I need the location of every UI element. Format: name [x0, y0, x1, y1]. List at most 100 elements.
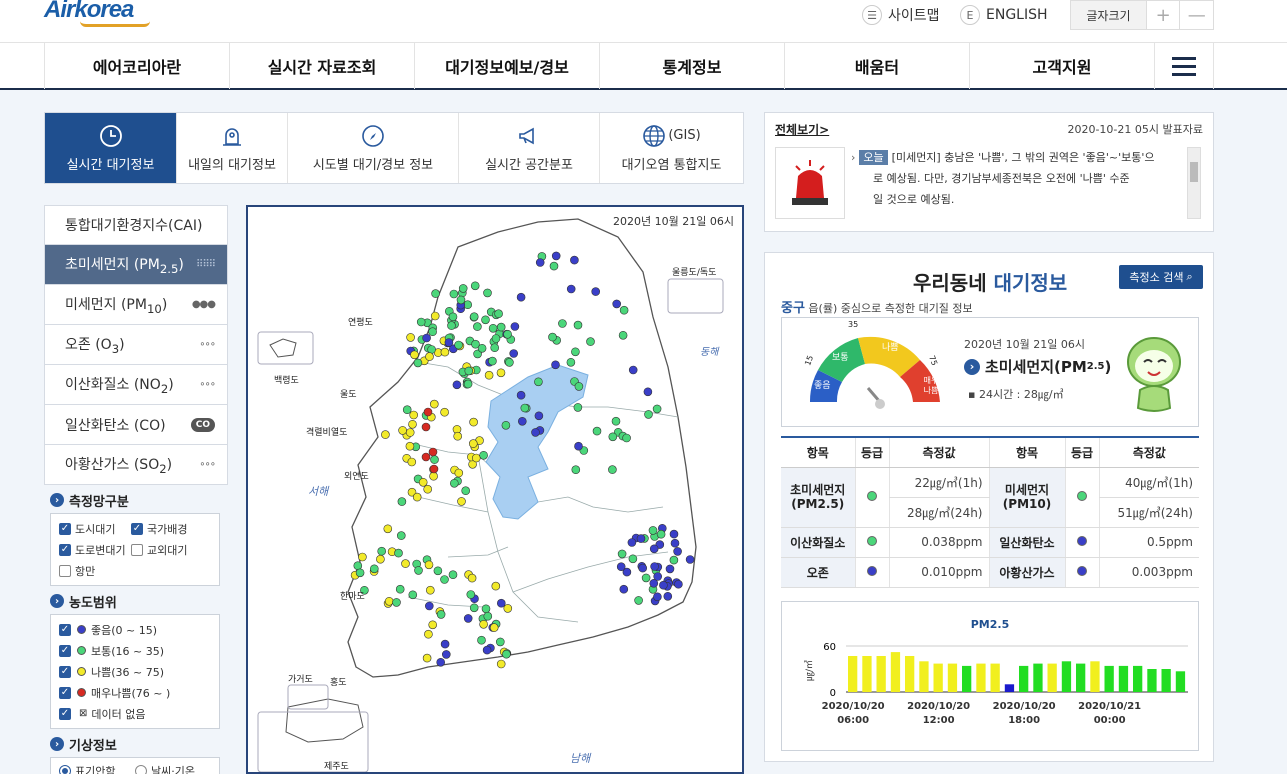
station-dot[interactable]: [428, 620, 437, 630]
station-dot[interactable]: [669, 555, 679, 565]
station-dot[interactable]: [456, 295, 466, 305]
sidebar-item-co[interactable]: 일산화탄소 (CO) CO: [44, 405, 228, 445]
station-dot[interactable]: [516, 292, 526, 302]
sidebar-item-cai[interactable]: 통합대기환경지수(CAI): [44, 205, 228, 245]
station-dot[interactable]: [394, 548, 403, 558]
station-dot[interactable]: [669, 529, 679, 539]
station-dot[interactable]: [477, 635, 486, 645]
station-dot[interactable]: [448, 570, 458, 580]
station-dot[interactable]: [405, 441, 415, 451]
tab-regional[interactable]: 시도별 대기/경보 정보: [287, 113, 458, 183]
station-dot[interactable]: [551, 360, 560, 370]
station-dot[interactable]: [466, 590, 476, 599]
station-dot[interactable]: [488, 356, 497, 366]
station-dot[interactable]: [622, 433, 631, 443]
station-dot[interactable]: [384, 596, 394, 606]
station-dot[interactable]: [422, 653, 432, 663]
station-dot[interactable]: [483, 611, 493, 621]
station-dot[interactable]: [397, 497, 407, 506]
station-dot[interactable]: [423, 484, 432, 494]
station-dot[interactable]: [612, 299, 622, 309]
tab-spatial[interactable]: 실시간 공간분포: [458, 113, 599, 183]
station-dot[interactable]: [429, 471, 438, 481]
station-dot[interactable]: [409, 410, 418, 420]
station-dot[interactable]: [461, 486, 470, 496]
station-dot[interactable]: [535, 258, 545, 267]
station-map[interactable]: 2020년 10월 21일 06시 울릉도/독도 동해 연평도 백령도 울도 격…: [246, 205, 744, 774]
airkorea-logo[interactable]: Airkorea: [44, 0, 150, 30]
station-dot[interactable]: [469, 603, 479, 613]
station-dot[interactable]: [473, 322, 482, 331]
nav-realtime[interactable]: 실시간 자료조회: [229, 43, 414, 89]
checkbox-no-data[interactable]: ✓ ⊠ 데이터 없음: [59, 703, 211, 724]
station-dot[interactable]: [448, 312, 458, 322]
station-dot[interactable]: [383, 524, 393, 534]
station-dot[interactable]: [408, 420, 417, 429]
station-dot[interactable]: [381, 430, 390, 439]
station-dot[interactable]: [510, 322, 520, 331]
station-dot[interactable]: [611, 416, 621, 426]
tab-realtime[interactable]: 실시간 대기정보: [45, 113, 176, 183]
station-dot[interactable]: [586, 337, 595, 346]
station-dot[interactable]: [482, 645, 492, 655]
station-dot[interactable]: [648, 526, 658, 535]
station-dot[interactable]: [433, 566, 443, 576]
station-dot[interactable]: [491, 334, 501, 343]
station-dot[interactable]: [650, 562, 659, 571]
sidebar-item-so2[interactable]: 아황산가스 (SO2) ∘∘∘: [44, 445, 228, 485]
station-dot[interactable]: [573, 320, 583, 330]
checkbox-suburban[interactable]: 교외대기: [131, 542, 187, 558]
view-all-link[interactable]: 전체보기>: [775, 121, 829, 138]
checkbox-roadside[interactable]: ✓ 도로변대기: [59, 542, 131, 558]
station-dot[interactable]: [685, 555, 695, 564]
checkbox-bad[interactable]: ✓ 나쁨(36 ~ 75): [59, 661, 211, 682]
station-dot[interactable]: [358, 552, 367, 562]
tab-gis[interactable]: (GIS) 대기오염 통합지도: [599, 113, 743, 183]
station-dot[interactable]: [469, 312, 479, 321]
station-dot[interactable]: [571, 347, 580, 357]
station-dot[interactable]: [428, 447, 438, 457]
station-dot[interactable]: [418, 477, 428, 487]
station-dot[interactable]: [463, 379, 473, 389]
station-dot[interactable]: [571, 465, 581, 475]
station-dot[interactable]: [636, 534, 646, 543]
station-dot[interactable]: [608, 432, 618, 442]
station-dot[interactable]: [641, 573, 651, 583]
font-increase-button[interactable]: +: [1145, 1, 1180, 29]
station-dot[interactable]: [429, 464, 439, 474]
station-dot[interactable]: [453, 431, 462, 441]
station-dot[interactable]: [440, 639, 450, 649]
station-dot[interactable]: [496, 659, 506, 669]
station-dot[interactable]: [520, 403, 530, 413]
station-dot[interactable]: [442, 650, 451, 659]
station-dot[interactable]: [653, 572, 663, 581]
station-dot[interactable]: [467, 573, 477, 583]
station-dot[interactable]: [663, 591, 673, 601]
station-dot[interactable]: [477, 344, 487, 353]
station-dot[interactable]: [440, 407, 449, 417]
station-dot[interactable]: [430, 399, 439, 409]
checkbox-very-bad[interactable]: ✓ 매우나쁨(76 ~ ): [59, 682, 211, 703]
station-dot[interactable]: [502, 649, 511, 659]
station-dot[interactable]: [416, 317, 426, 327]
station-dot[interactable]: [454, 468, 464, 478]
station-dot[interactable]: [422, 333, 431, 343]
station-dot[interactable]: [517, 417, 527, 426]
station-dot[interactable]: [413, 358, 423, 368]
station-dot[interactable]: [534, 411, 544, 421]
station-dot[interactable]: [643, 387, 653, 397]
station-dot[interactable]: [454, 340, 463, 350]
station-dot[interactable]: [573, 403, 583, 412]
station-dot[interactable]: [494, 309, 503, 318]
station-dot[interactable]: [479, 619, 488, 629]
station-dot[interactable]: [496, 637, 505, 647]
station-dot[interactable]: [616, 562, 626, 572]
checkbox-moderate[interactable]: ✓ 보통(16 ~ 35): [59, 640, 211, 661]
station-dot[interactable]: [656, 529, 666, 539]
station-dot[interactable]: [566, 358, 576, 367]
station-dot[interactable]: [638, 563, 648, 573]
station-dot[interactable]: [619, 584, 629, 594]
station-dot[interactable]: [627, 538, 637, 547]
station-dot[interactable]: [458, 284, 468, 293]
station-dot[interactable]: [505, 358, 514, 367]
